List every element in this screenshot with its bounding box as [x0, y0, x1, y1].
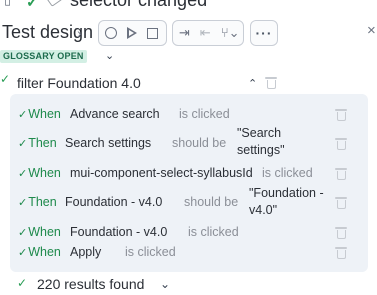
step-keyword: ✓When — [18, 225, 61, 239]
glossary-row: GLOSSARY OPEN ⌄ — [0, 50, 377, 64]
trash-icon[interactable] — [335, 247, 347, 259]
record-icon[interactable] — [105, 27, 117, 39]
test-title[interactable]: selector changed — [70, 0, 207, 11]
design-toolbar: Test design › ⇥ ⇤ ⑂⌄ ··· × — [0, 18, 377, 48]
check-icon: ✓ — [26, 0, 39, 11]
filter-group-header[interactable]: ✓ filter Foundation 4.0 ⌃ — [0, 72, 377, 94]
step-into-icon[interactable]: ⇥ — [179, 26, 190, 41]
more-button[interactable]: ··· — [250, 20, 278, 46]
page-icon: ▯ — [4, 0, 11, 8]
filter-group-title[interactable]: filter Foundation 4.0 — [17, 75, 141, 91]
stop-icon[interactable] — [147, 27, 158, 39]
step-value[interactable]: "Foundation - v4.0" — [249, 185, 324, 219]
results-count[interactable]: 220 results found — [37, 276, 144, 292]
step-verb: is clicked — [188, 225, 239, 239]
check-icon: ✓ — [0, 72, 11, 86]
step-keyword: ✓Then — [18, 136, 57, 150]
chevron-down-icon[interactable]: ⌄ — [105, 49, 114, 62]
step-object[interactable]: Apply — [70, 245, 101, 259]
step-value[interactable]: "Search settings" — [237, 125, 307, 159]
trash-icon[interactable] — [335, 168, 347, 180]
step-object[interactable]: mui-component-select-syllabusId — [70, 166, 253, 180]
branch-icon[interactable]: ⑂⌄ — [221, 26, 240, 41]
step-object[interactable]: Foundation - v4.0 — [70, 225, 167, 239]
check-icon: ✓ — [17, 276, 28, 290]
close-icon[interactable]: × — [367, 22, 376, 39]
test-header: ▯ ✓ selector changed — [0, 0, 377, 11]
step-verb: is clicked — [262, 166, 313, 180]
step-keyword: ✓When — [18, 166, 61, 180]
chevron-down-icon[interactable]: ⌄ — [160, 277, 170, 291]
trash-icon[interactable] — [335, 138, 347, 150]
glossary-open-badge[interactable]: GLOSSARY OPEN — [0, 50, 87, 63]
chevron-up-icon[interactable]: ⌃ — [248, 77, 257, 90]
eraser-icon[interactable] — [46, 0, 63, 7]
trash-icon[interactable] — [335, 197, 347, 209]
step-list: ✓When Advance search is clicked ✓Then Se… — [10, 94, 368, 272]
recorder-controls — [98, 20, 167, 46]
step-keyword: ✓When — [18, 107, 61, 121]
play-icon[interactable] — [127, 27, 137, 39]
step-keyword: ✓When — [18, 245, 61, 259]
results-row[interactable]: ✓ 220 results found ⌄ — [0, 276, 377, 294]
step-object[interactable]: Advance search — [70, 107, 160, 121]
step-object[interactable]: Search settings — [65, 136, 151, 150]
trash-icon[interactable] — [335, 227, 347, 239]
step-verb: is clicked — [125, 245, 176, 259]
trash-icon[interactable] — [265, 77, 277, 89]
step-object[interactable]: Foundation - v4.0 — [65, 195, 162, 209]
step-verb: should be — [172, 136, 227, 150]
step-back-icon[interactable]: ⇤ — [200, 26, 211, 41]
trash-icon[interactable] — [335, 109, 347, 121]
chevron-right-icon[interactable]: › — [77, 25, 82, 41]
step-verb: is clicked — [179, 107, 230, 121]
more-icon: ··· — [255, 25, 273, 41]
step-controls: ⇥ ⇤ ⑂⌄ — [172, 20, 244, 46]
step-verb: should be — [184, 195, 239, 209]
step-keyword: ✓Then — [18, 195, 57, 209]
